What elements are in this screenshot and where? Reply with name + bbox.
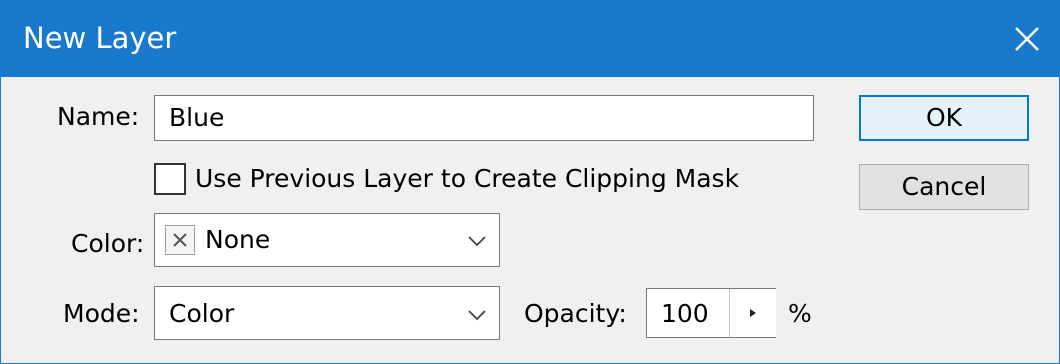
chevron-down-icon <box>468 236 486 247</box>
opacity-slider-toggle[interactable] <box>729 289 776 337</box>
clipping-mask-label[interactable]: Use Previous Layer to Create Clipping Ma… <box>195 164 739 194</box>
opacity-stepper[interactable]: 100 <box>646 288 776 338</box>
opacity-label: Opacity: <box>524 299 627 328</box>
cancel-button[interactable]: Cancel <box>859 164 1029 210</box>
mode-dropdown[interactable]: Color <box>154 286 500 340</box>
chevron-down-icon <box>468 310 486 321</box>
name-label: Name: <box>57 102 140 131</box>
color-label: Color: <box>71 229 145 258</box>
name-input-value: Blue <box>169 103 225 132</box>
color-dropdown-value: None <box>205 225 271 254</box>
triangle-right-icon <box>750 309 756 317</box>
ok-button[interactable]: OK <box>859 95 1029 141</box>
opacity-percent-unit: % <box>788 299 812 328</box>
mode-label: Mode: <box>63 299 140 328</box>
clipping-mask-checkbox[interactable] <box>154 163 186 195</box>
close-button[interactable] <box>995 1 1059 77</box>
close-icon <box>1015 27 1039 51</box>
name-input[interactable]: Blue <box>154 95 814 141</box>
opacity-value: 100 <box>661 299 709 328</box>
new-layer-dialog: New Layer Name: Blue OK Cancel Use Previ… <box>0 0 1060 364</box>
dialog-title: New Layer <box>23 21 177 55</box>
color-dropdown[interactable]: None <box>154 213 500 267</box>
title-bar[interactable]: New Layer <box>1 1 1059 77</box>
mode-dropdown-value: Color <box>169 299 235 328</box>
no-color-x-icon <box>165 225 195 255</box>
